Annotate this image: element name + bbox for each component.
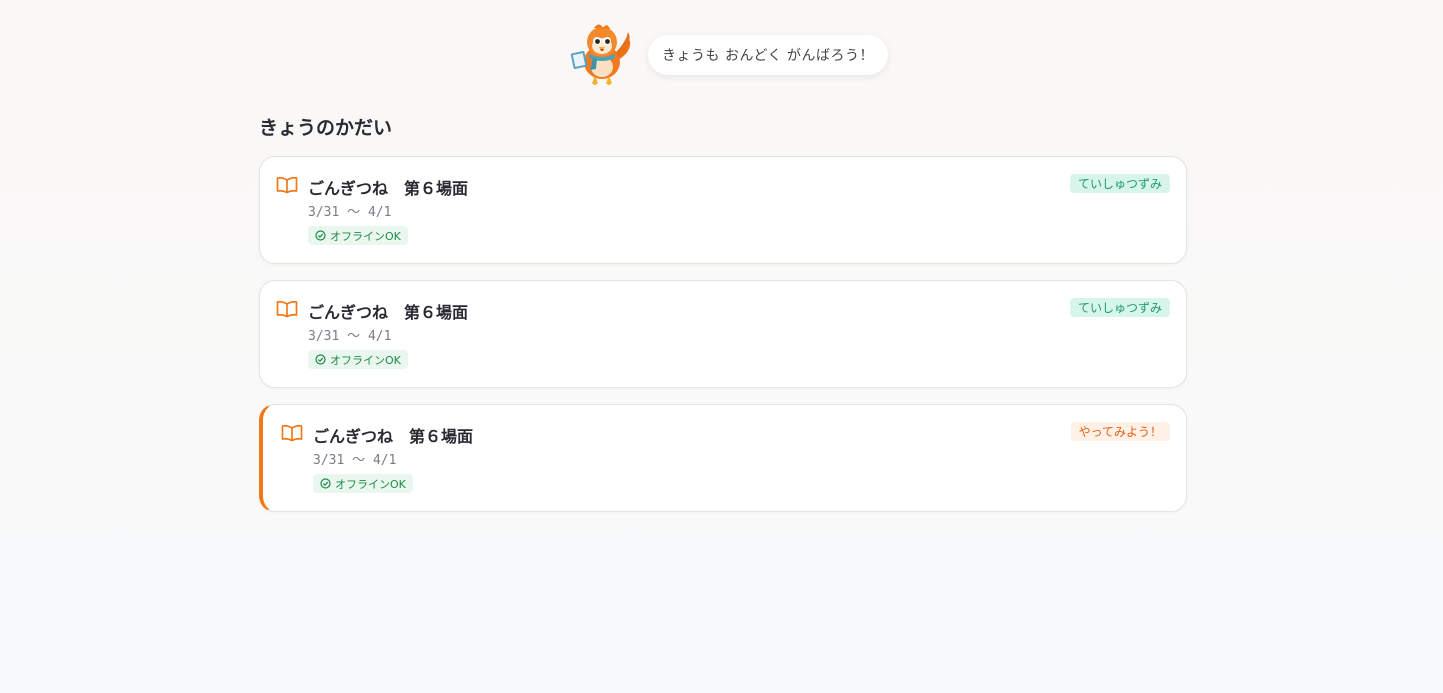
status-badge: やってみよう！ [1070, 422, 1170, 441]
check-circle-icon [320, 478, 331, 489]
task-card-current[interactable]: ごんぎつね 第６場面 3/31 〜 4/1 オフラインOK やってみよう！ [259, 404, 1187, 512]
task-dates: 3/31 〜 4/1 [308, 205, 392, 220]
task-title: ごんぎつね 第６場面 [308, 179, 469, 198]
task-dates: 3/31 〜 4/1 [308, 329, 392, 344]
status-badge: ていしゅつずみ [1069, 298, 1170, 317]
task-card[interactable]: ごんぎつね 第６場面 3/31 〜 4/1 オフラインOK ていしゅつずみ [259, 156, 1187, 264]
task-list: ごんぎつね 第６場面 3/31 〜 4/1 オフラインOK ていしゅつずみ ごん… [259, 156, 1187, 528]
mascot-speech-bubble: きょうも おんどく がんばろう！ [648, 35, 889, 75]
app-screen: きょうも おんどく がんばろう！ きょうのかだい ごんぎつね 第６場面 3/31… [0, 0, 1443, 693]
offline-badge: オフラインOK [308, 226, 408, 245]
offline-label: オフラインOK [330, 353, 401, 367]
offline-label: オフラインOK [330, 229, 401, 243]
task-title: ごんぎつね 第６場面 [313, 427, 474, 446]
status-badge: ていしゅつずみ [1069, 174, 1170, 193]
offline-badge: オフラインOK [313, 474, 413, 493]
section-title: きょうのかだい [259, 117, 393, 139]
check-circle-icon [315, 354, 326, 365]
mascot-greeting: きょうも おんどく がんばろう！ [566, 22, 889, 88]
book-icon [276, 300, 298, 318]
book-icon [281, 424, 303, 442]
task-title: ごんぎつね 第６場面 [308, 303, 469, 322]
bird-mascot-icon [566, 22, 636, 88]
task-card[interactable]: ごんぎつね 第６場面 3/31 〜 4/1 オフラインOK ていしゅつずみ [259, 280, 1187, 388]
task-dates: 3/31 〜 4/1 [313, 453, 397, 468]
offline-label: オフラインOK [335, 477, 406, 491]
check-circle-icon [315, 230, 326, 241]
offline-badge: オフラインOK [308, 350, 408, 369]
book-icon [276, 176, 298, 194]
